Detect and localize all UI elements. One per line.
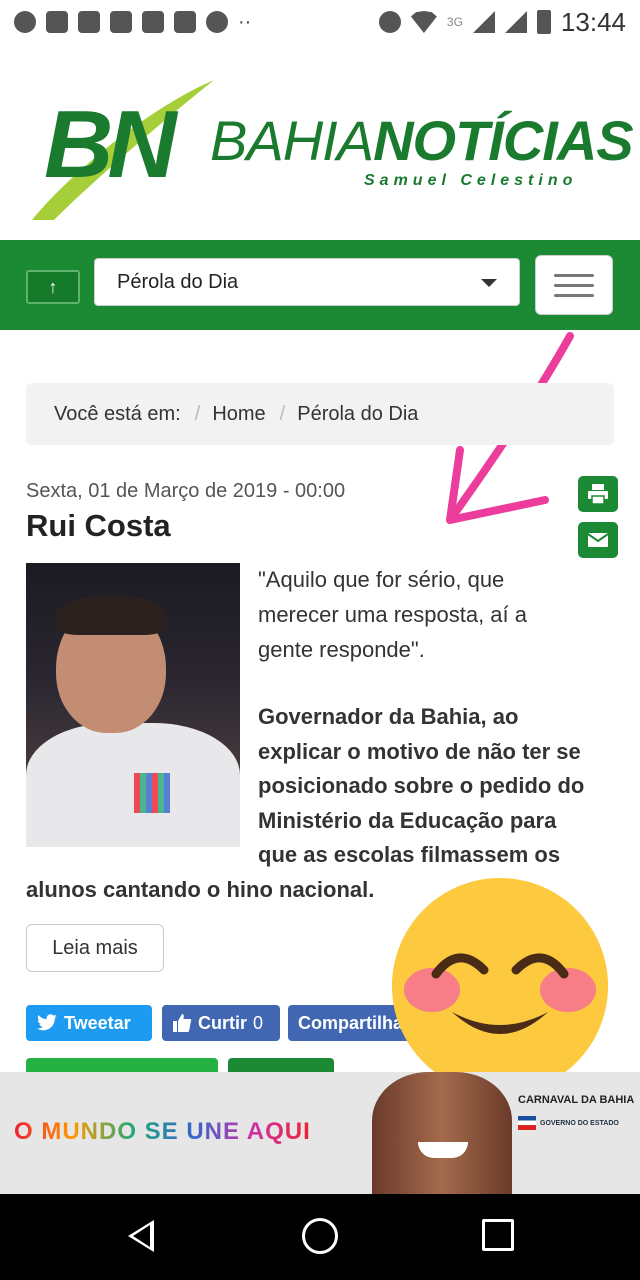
banner-sponsor-logo: GOVERNO DO ESTADO: [518, 1112, 622, 1134]
logo-name-thin: BAHIA: [210, 109, 374, 172]
quote-line: merecer uma resposta, aí a: [258, 602, 528, 627]
body-line: que as escolas filmassem os: [258, 842, 561, 867]
body-line: Governador da Bahia, ao: [258, 704, 519, 729]
logo-name-bold: NOTÍCIAS: [373, 109, 634, 172]
printer-icon: [588, 484, 608, 505]
article-body: Governador da Bahia, ao explicar o motiv…: [26, 700, 616, 907]
signal-icon-2: [504, 11, 527, 33]
logo-initials: BN: [44, 91, 177, 198]
battery-icon: [536, 10, 551, 34]
gmail-icon: [110, 11, 132, 33]
gallery-icon: [174, 11, 196, 33]
envelope-icon: [587, 533, 609, 547]
message-icon: [46, 11, 68, 33]
back-icon[interactable]: [128, 1220, 154, 1252]
system-nav-bar: [0, 1194, 640, 1280]
pinwheel-icon: [206, 11, 228, 33]
breadcrumb: Você está em: / Home / Pérola do Dia: [26, 383, 614, 445]
hamburger-line-icon: [554, 283, 594, 287]
alarm-icon: [378, 11, 401, 33]
share-label: Compartilhar: [298, 1012, 411, 1033]
banner-sponsor: GOVERNO DO ESTADO: [540, 1119, 619, 1127]
tweet-button[interactable]: Tweetar: [26, 1005, 152, 1041]
site-logo[interactable]: BN BAHIANOTÍCIAS Samuel Celestino: [24, 60, 634, 230]
banner-event: CARNAVAL DA BAHIA: [518, 1094, 635, 1106]
banner-slogan: O MUNDO SE UNE AQUI: [14, 1118, 311, 1145]
hamburger-line-icon: [554, 273, 594, 277]
facebook-icon: [78, 11, 100, 33]
caret-down-icon: [481, 279, 497, 287]
signal-icon: [472, 11, 495, 33]
like-button[interactable]: Curtir 0: [162, 1005, 280, 1041]
quote-line: gente responde".: [258, 637, 425, 662]
more-dots-icon: ··: [238, 10, 252, 33]
breadcrumb-home[interactable]: Home: [212, 403, 265, 426]
logo-subtitle: Samuel Celestino: [364, 172, 578, 189]
body-line: explicar o motivo de não ter se: [258, 738, 581, 764]
like-count: 0: [253, 1012, 264, 1033]
recent-apps-icon[interactable]: [482, 1219, 514, 1251]
photo-hair: [56, 595, 166, 635]
wifi-icon: [410, 11, 437, 33]
section-select[interactable]: Pérola do Dia: [94, 258, 520, 306]
like-label: Curtir: [198, 1012, 247, 1033]
status-bar: ·· 3G 13:44: [0, 0, 640, 44]
breadcrumb-separator: /: [194, 402, 201, 425]
body-line: posicionado sobre o pedido do: [258, 773, 585, 798]
clock: 13:44: [560, 6, 626, 37]
ad-banner[interactable]: O MUNDO SE UNE AQUI CARNAVAL DA BAHIA GO…: [0, 1072, 640, 1194]
logo-wordmark: BAHIANOTÍCIAS: [210, 108, 634, 173]
article-quote: "Aquilo que for sério, que merecer uma r…: [258, 562, 614, 667]
bahia-flag-icon: [518, 1116, 536, 1130]
network-type: 3G: [446, 15, 463, 29]
hamburger-line-icon: [554, 293, 594, 297]
whatsapp-share-button[interactable]: [26, 1058, 218, 1072]
section-select-value: Pérola do Dia: [117, 270, 239, 293]
breadcrumb-separator: /: [279, 402, 286, 425]
scroll-up-button[interactable]: ↑: [26, 270, 80, 304]
arrow-up-icon: ↑: [48, 276, 58, 297]
breadcrumb-current[interactable]: Pérola do Dia: [297, 403, 418, 426]
chrome-icon: [14, 11, 36, 33]
email-button[interactable]: [578, 522, 618, 558]
missed-call-icon: [142, 11, 164, 33]
section-navbar: ↑ Pérola do Dia: [0, 240, 640, 330]
read-more-button[interactable]: Leia mais: [26, 924, 164, 972]
article-title: Rui Costa: [26, 508, 171, 543]
menu-button[interactable]: [535, 255, 613, 315]
green-share-button[interactable]: [228, 1058, 334, 1072]
quote-line: "Aquilo que for sério, que: [258, 567, 505, 592]
banner-portrait: [372, 1072, 512, 1194]
tweet-label: Tweetar: [64, 1012, 131, 1033]
print-button[interactable]: [578, 476, 618, 512]
smiling-emoji-icon: [392, 878, 608, 1094]
notification-icons: ··: [14, 11, 251, 34]
home-icon[interactable]: [302, 1218, 338, 1254]
thumbs-up-icon: [173, 1014, 192, 1032]
body-line: Ministério da Educação para: [258, 807, 557, 833]
article-date: Sexta, 01 de Março de 2019 - 00:00: [26, 480, 346, 502]
twitter-icon: [37, 1014, 57, 1031]
breadcrumb-prefix: Você está em:: [54, 402, 181, 425]
